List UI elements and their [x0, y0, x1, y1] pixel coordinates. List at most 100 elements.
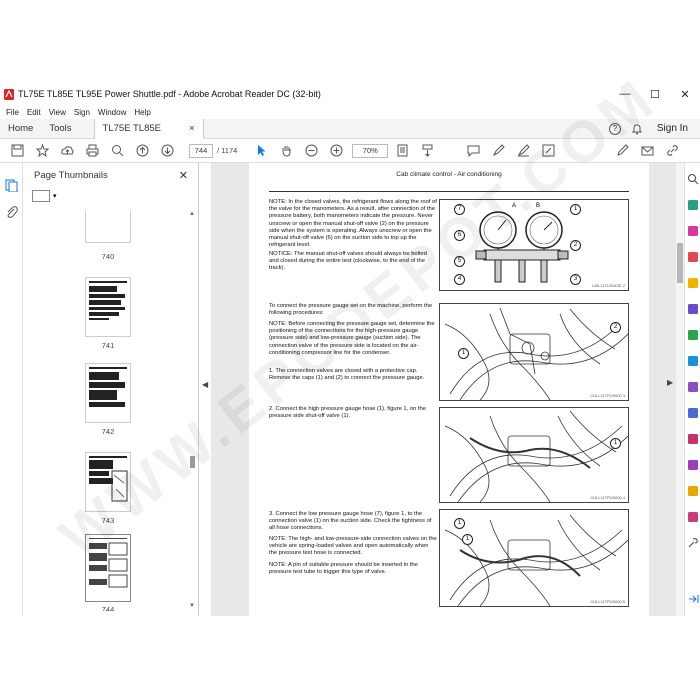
menu-window[interactable]: Window [98, 108, 126, 117]
print-icon[interactable] [84, 143, 100, 159]
share-link-icon[interactable] [664, 143, 680, 159]
organize-pages-icon[interactable] [687, 329, 699, 341]
scan-ocr-icon[interactable] [687, 355, 699, 367]
figure-caption: LAIL11TL00ASE 2 [592, 283, 625, 288]
right-tools-pane [684, 163, 700, 616]
document-scrollbar[interactable] [676, 163, 684, 616]
scroll-up-icon[interactable]: ▲ [188, 211, 196, 219]
menu-sign[interactable]: Sign [74, 108, 90, 117]
menu-file[interactable]: File [6, 108, 19, 117]
callout-marker: 1 [462, 534, 473, 545]
zoom-in-icon[interactable] [328, 143, 344, 159]
save-icon[interactable] [9, 143, 25, 159]
help-icon[interactable]: ? [608, 122, 621, 135]
collapse-tools-icon[interactable] [687, 593, 699, 605]
protect-icon[interactable] [687, 407, 699, 419]
close-window-button[interactable]: ✕ [670, 88, 700, 101]
sign-pen-icon[interactable] [614, 143, 630, 159]
left-sidebar-strip [0, 163, 23, 616]
thumbnail-page[interactable] [85, 452, 131, 512]
select-cursor-icon[interactable] [253, 143, 269, 159]
fill-and-sign-icon[interactable] [687, 381, 699, 393]
customize-tools-icon[interactable] [687, 537, 699, 549]
note-spring-loaded: NOTE: The high- and low-pressure-side co… [269, 536, 437, 557]
upload-cloud-icon[interactable] [59, 143, 75, 159]
page-thumbnails-icon[interactable] [5, 179, 18, 192]
document-view[interactable]: Cab climate control - Air conditioning N… [211, 163, 676, 616]
sign-in-link[interactable]: Sign In [657, 123, 688, 134]
bookmark-star-icon[interactable] [34, 143, 50, 159]
document-scroll-thumb[interactable] [677, 243, 683, 283]
callout-marker: 3 [570, 274, 581, 285]
window-title: TL75E TL85E TL95E Power Shuttle.pdf - Ad… [18, 89, 321, 99]
zoom-out-icon[interactable] [303, 143, 319, 159]
figure-caption: CULL11TPU0000 4 [590, 495, 625, 500]
acrobat-icon [4, 88, 14, 100]
step-text: The connection valves are closed with a … [269, 368, 425, 382]
export-pdf-icon[interactable] [687, 199, 699, 211]
share-email-icon[interactable] [639, 143, 655, 159]
header-rule [269, 191, 629, 192]
thumbnail-label: 742 [101, 427, 115, 436]
send-for-signature-icon[interactable] [687, 459, 699, 471]
fit-page-icon[interactable] [394, 143, 410, 159]
close-panel-icon[interactable]: ✕ [179, 169, 188, 182]
maximize-button[interactable]: ☐ [640, 88, 670, 101]
thumbnail-label: 744 [101, 605, 115, 611]
hand-tool-icon[interactable] [278, 143, 294, 159]
menu-view[interactable]: View [49, 108, 66, 117]
thumbnail-page-current[interactable] [85, 534, 131, 602]
tab-tools[interactable]: Tools [41, 119, 79, 139]
chevron-down-icon[interactable]: ▾ [53, 192, 57, 200]
panel-header: Page Thumbnails ✕ [23, 163, 198, 187]
tab-document[interactable]: TL75E TL85E TL95E... × [93, 118, 204, 154]
menu-bar: File Edit View Sign Window Help [0, 105, 700, 119]
send-track-icon[interactable] [687, 485, 699, 497]
create-pdf-icon[interactable] [687, 225, 699, 237]
step-2: 2. Connect the high pressure gauge hose … [269, 406, 437, 420]
thumbnail-page[interactable] [85, 277, 131, 337]
more-tools-list-icon[interactable] [687, 511, 699, 523]
panel-scrollbar[interactable]: ▲ ▼ [188, 211, 196, 611]
collapse-right-panel-icon[interactable]: ▶ [667, 378, 676, 398]
combine-files-icon[interactable] [687, 303, 699, 315]
scroll-down-icon[interactable]: ▼ [188, 603, 196, 611]
callout-marker: 2 [570, 240, 581, 251]
pdf-page: Cab climate control - Air conditioning N… [249, 163, 649, 616]
callout-marker: 4 [454, 274, 465, 285]
redact-icon[interactable] [687, 433, 699, 445]
more-tools-icon[interactable] [540, 143, 556, 159]
thumbnail-page[interactable] [85, 363, 131, 423]
callout-marker: 2 [610, 322, 621, 333]
page-number-input[interactable]: 744 [189, 143, 213, 158]
thumbnail-page[interactable] [85, 211, 131, 243]
highlight-pen-icon[interactable] [490, 143, 506, 159]
tab-home[interactable]: Home [0, 119, 41, 139]
bell-icon[interactable] [631, 123, 643, 135]
tab-close-icon[interactable]: × [189, 119, 195, 139]
minimize-button[interactable]: — [610, 88, 640, 101]
notice-shutoff-valves: NOTICE: The manual shut-off valves shoul… [269, 251, 427, 272]
previous-page-icon[interactable] [134, 143, 150, 159]
panel-scroll-thumb[interactable] [190, 456, 195, 468]
thumbnail-options-button[interactable] [32, 190, 50, 202]
search-icon[interactable] [687, 173, 699, 185]
comment-icon[interactable] [465, 143, 481, 159]
attachment-icon[interactable] [5, 205, 18, 218]
step-text: Connect the low pressure gauge hose (7),… [269, 511, 432, 532]
next-page-icon[interactable] [159, 143, 175, 159]
title-bar: TL75E TL85E TL95E Power Shuttle.pdf - Ad… [0, 83, 700, 105]
scroll-mode-icon[interactable] [419, 143, 435, 159]
thumbnail-label: 741 [101, 341, 115, 350]
find-zoom-icon[interactable] [109, 143, 125, 159]
thumbnail-label: 740 [101, 252, 115, 261]
callout-marker: 7 [454, 204, 465, 215]
menu-edit[interactable]: Edit [27, 108, 41, 117]
figure-high-pressure-hose: 1 CULL11TPU0000 4 [439, 407, 629, 503]
comment-tool-icon[interactable] [687, 277, 699, 289]
tab-document-label: TL75E TL85E TL95E... [102, 122, 161, 154]
fill-sign-icon[interactable] [515, 143, 531, 159]
edit-pdf-icon[interactable] [687, 251, 699, 263]
zoom-level-select[interactable]: 70% [352, 143, 389, 158]
menu-help[interactable]: Help [134, 108, 150, 117]
